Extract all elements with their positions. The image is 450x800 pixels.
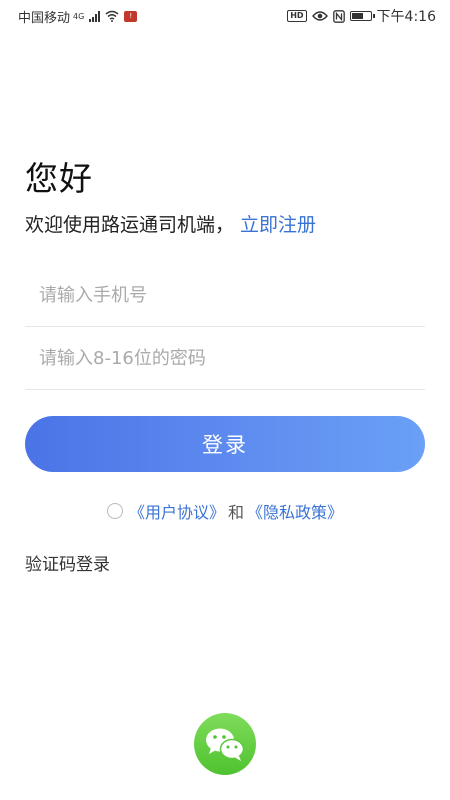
status-left: 中国移动 4G !	[18, 7, 138, 26]
notification-icon: !	[124, 10, 138, 22]
carrier-name: 中国移动	[18, 10, 71, 26]
clock: 下午4:16	[376, 9, 436, 25]
user-agreement-link[interactable]: 《用户协议》	[129, 499, 225, 523]
register-link[interactable]: 立即注册	[240, 214, 316, 236]
status-bar: 中国移动 4G ! HD 下午4:16	[0, 0, 450, 32]
privacy-policy-link[interactable]: 《隐私政策》	[247, 499, 343, 523]
status-right: HD 下午4:16	[287, 6, 436, 26]
welcome-row: 欢迎使用路运通司机端， 立即注册	[25, 210, 316, 237]
wechat-icon	[206, 728, 245, 761]
login-button[interactable]: 登录	[25, 416, 425, 472]
login-screen: 中国移动 4G ! HD 下午4:16 您好 欢迎使用路运通司机端， 立即注册 …	[0, 0, 450, 800]
battery-icon	[349, 11, 375, 21]
sms-login-link[interactable]: 验证码登录	[25, 550, 110, 575]
agreement-and-text: 和	[227, 503, 244, 522]
wechat-login-button[interactable]	[194, 713, 256, 775]
network-type: 4G	[73, 11, 85, 21]
nfc-icon	[332, 9, 345, 23]
phone-field-row	[25, 265, 425, 327]
password-input[interactable]	[25, 348, 425, 369]
radio-unchecked-icon[interactable]	[106, 503, 123, 519]
signal-icon	[89, 10, 101, 22]
welcome-text: 欢迎使用路运通司机端，	[25, 214, 235, 236]
agreement-row: 《用户协议》 和 《隐私政策》	[0, 499, 450, 523]
eye-icon	[311, 11, 328, 21]
hd-icon: HD	[287, 10, 307, 22]
wifi-icon	[105, 10, 119, 22]
greeting-title: 您好	[25, 159, 93, 198]
password-field-row	[25, 328, 425, 390]
phone-input[interactable]	[25, 285, 425, 306]
